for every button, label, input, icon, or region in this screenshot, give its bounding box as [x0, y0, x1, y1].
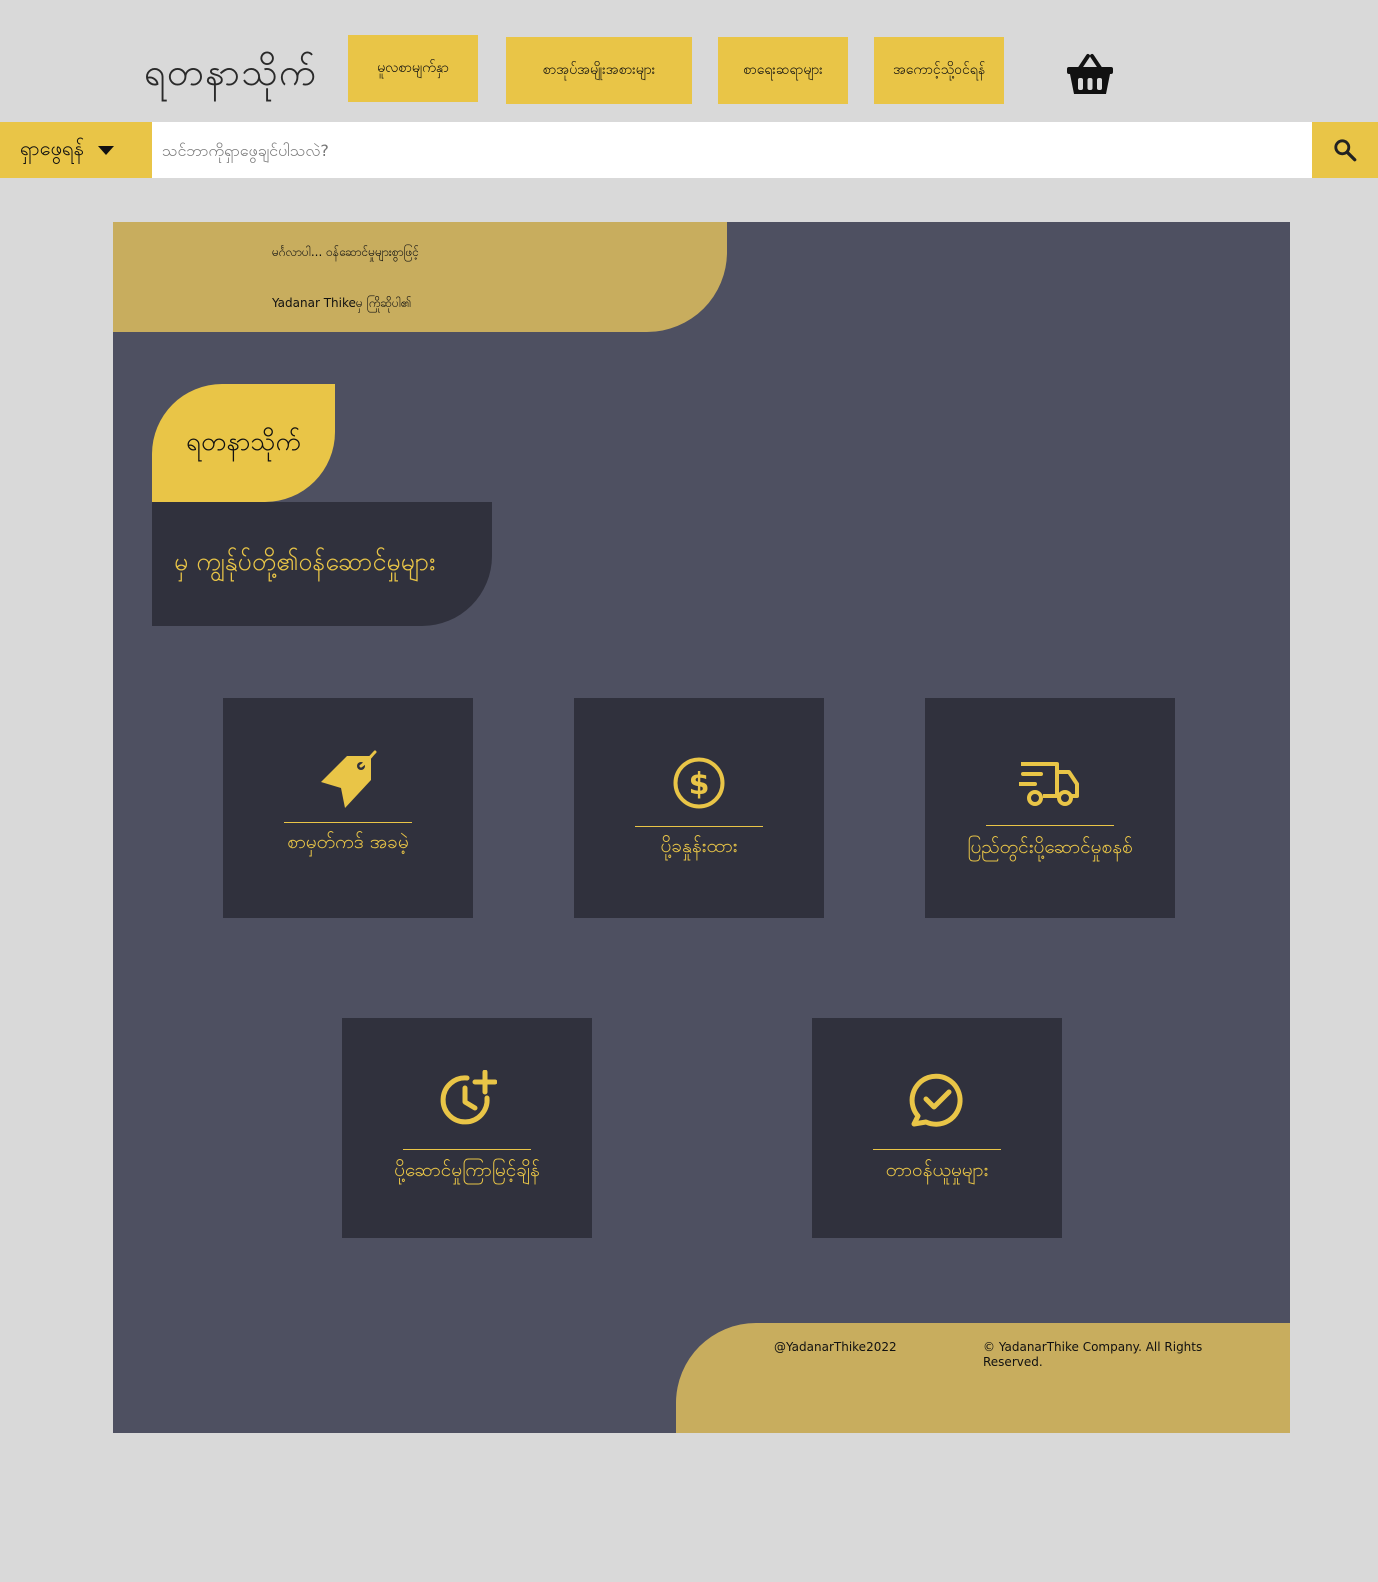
service-label: ပို့ဆောင်မှုကြာမြင့်ချိန် [394, 1159, 540, 1181]
dollar-icon: $ [574, 756, 824, 810]
welcome-line-1: မင်္ဂလာပါ... ဝန်ဆောင်မှုများစွာဖြင့် [272, 245, 420, 259]
card-divider [635, 826, 763, 827]
footer-handle[interactable]: @YadanarThike2022 [774, 1340, 897, 1354]
service-card-free-bookmark[interactable]: စာမှတ်ကဒ် အခမဲ့ [223, 698, 473, 918]
delivery-truck-icon [925, 758, 1175, 808]
search-bar: ရှာဖွေရန် [0, 122, 1378, 178]
nav-login[interactable]: အကောင့်သို့ဝင်ရန် [874, 37, 1004, 104]
service-label: ပို့ခနှုန်းထား [660, 835, 738, 857]
site-logo[interactable]: ရတနာသိုက် [144, 48, 317, 104]
check-chat-icon [812, 1070, 1062, 1128]
card-divider [986, 825, 1114, 826]
svg-text:$: $ [689, 767, 710, 802]
nav-book-categories[interactable]: စာအုပ်အမျိုးအစားများ [506, 37, 692, 104]
card-divider [284, 822, 412, 823]
nav-home[interactable]: မူလစာမျက်နှာ [348, 35, 478, 102]
footer-copyright: © YadanarThike Company. All Rights Reser… [983, 1340, 1203, 1369]
service-label: ပြည်တွင်းပို့ဆောင်မှုစနစ် [967, 836, 1133, 858]
footer: @YadanarThike2022 © YadanarThike Company… [676, 1323, 1290, 1433]
service-card-local-delivery[interactable]: ပြည်တွင်းပို့ဆောင်မှုစနစ် [925, 698, 1175, 918]
services-heading: မှ ကျွန်ုပ်တို့၏ဝန်ဆောင်မှုများ [152, 502, 492, 626]
nav-authors[interactable]: စာရေးဆရာများ [718, 37, 848, 104]
main-panel: မင်္ဂလာပါ... ဝန်ဆောင်မှုများစွာဖြင့် Yad… [113, 222, 1290, 1433]
card-divider [873, 1149, 1001, 1150]
search-category-label: ရှာဖွေရန် [20, 136, 84, 160]
service-card-delivery-time[interactable]: ပို့ဆောင်မှုကြာမြင့်ချိန် [342, 1018, 592, 1238]
service-card-shipping-rates[interactable]: $ ပို့ခနှုန်းထား [574, 698, 824, 918]
search-icon [1334, 139, 1357, 162]
service-label: တာဝန်ယူမှုများ [885, 1159, 989, 1181]
welcome-line-2: Yadanar Thikeမှ ကြိုဆိုပါ၏ [272, 296, 412, 310]
price-tag-icon [223, 750, 473, 812]
service-card-responsibilities[interactable]: တာဝန်ယူမှုများ [812, 1018, 1062, 1238]
search-category-dropdown[interactable]: ရှာဖွေရန် [0, 122, 152, 178]
search-input[interactable] [152, 122, 1312, 178]
search-button[interactable] [1312, 122, 1378, 178]
welcome-banner: မင်္ဂလာပါ... ဝန်ဆောင်မှုများစွာဖြင့် Yad… [113, 222, 727, 332]
service-label: စာမှတ်ကဒ် အခမဲ့ [287, 831, 409, 853]
clock-plus-icon [342, 1070, 592, 1128]
basket-icon[interactable] [1066, 52, 1114, 96]
card-divider [403, 1149, 531, 1150]
caret-down-icon [97, 145, 114, 155]
brand-title: ရတနာသိုက် [152, 384, 335, 502]
